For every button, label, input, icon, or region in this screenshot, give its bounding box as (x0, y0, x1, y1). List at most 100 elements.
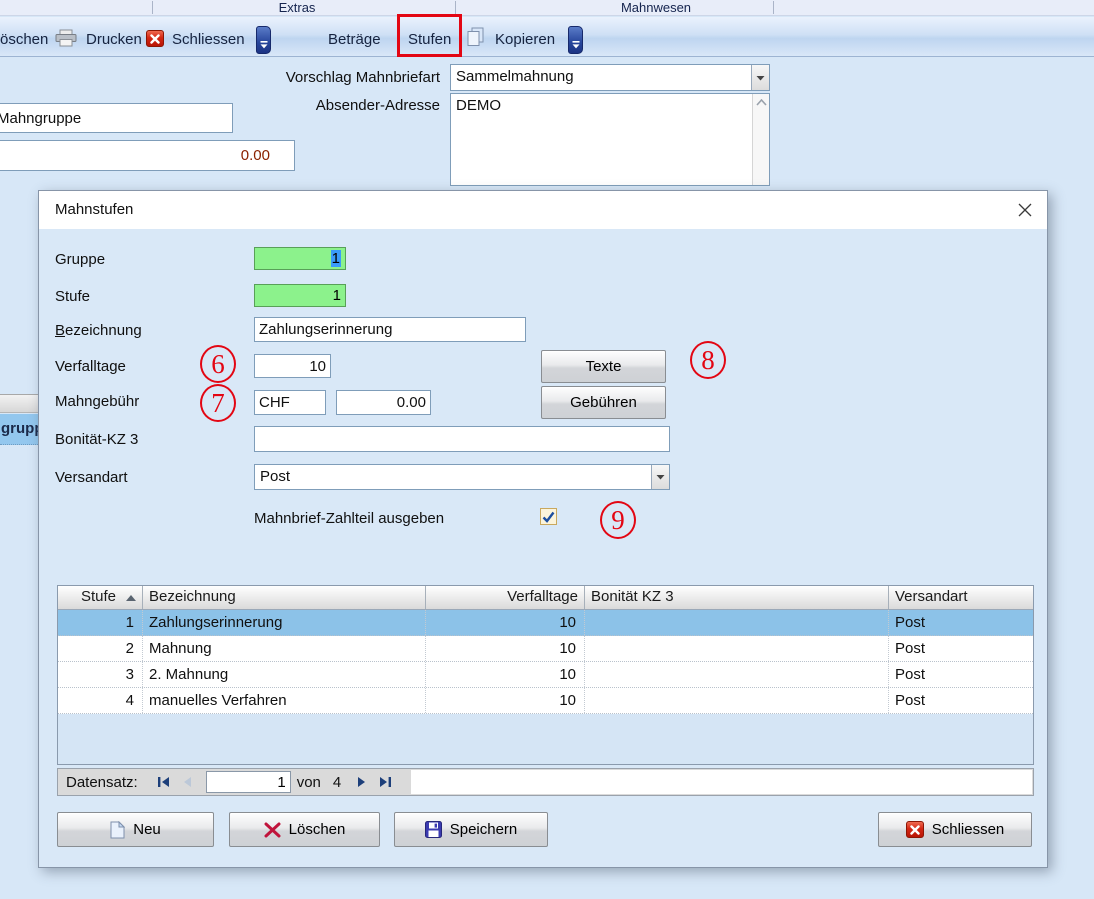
versandart-value: Post (260, 468, 291, 485)
menu-separator (152, 1, 153, 14)
nav-last-button[interactable] (373, 772, 397, 792)
record-navigator: Datensatz: von 4 (57, 768, 1034, 796)
menu-mahnwesen[interactable]: Mahnwesen (581, 0, 731, 15)
cell-stufe: 3 (58, 662, 143, 687)
loeschen-button[interactable]: Löschen (229, 812, 380, 847)
speichern-button[interactable]: Speichern (394, 812, 548, 847)
close-icon[interactable] (1017, 202, 1033, 218)
cell-verfalltage: 10 (426, 688, 585, 713)
background-panel-edge (0, 394, 38, 413)
bezeichnung-field[interactable] (254, 317, 526, 342)
texte-button[interactable]: Texte (541, 350, 666, 383)
column-header-versandart[interactable]: Versandart (889, 586, 1033, 609)
chevron-down-icon[interactable] (751, 65, 769, 90)
bezeichnung-label-accel: B (55, 322, 66, 339)
print-button[interactable]: Drucken (86, 31, 142, 48)
dialog-titlebar: Mahnstufen (39, 191, 1047, 229)
red-highlight-box (397, 14, 462, 57)
toolbar-overflow-chevron-icon[interactable] (568, 26, 583, 54)
menu-bar: Extras Mahnwesen (0, 0, 1094, 16)
mahnbriefart-value: Sammelmahnung (456, 68, 574, 85)
cell-bonitaet (585, 636, 889, 661)
delete-x-icon (264, 822, 281, 838)
column-header-verfalltage[interactable]: Verfalltage (426, 586, 585, 609)
cell-verfalltage: 10 (426, 610, 585, 635)
column-header-bonitaet[interactable]: Bonität KZ 3 (585, 586, 889, 609)
zahlteil-checkbox[interactable] (540, 508, 557, 525)
table-row[interactable]: 1 Zahlungserinnerung 10 Post (58, 610, 1033, 636)
nav-first-button[interactable] (152, 772, 176, 792)
absender-label: Absender-Adresse (315, 97, 440, 114)
cell-bezeichnung: manuelles Verfahren (143, 688, 426, 713)
nav-total-records: 4 (332, 773, 342, 791)
table-header: Stufe Bezeichnung Verfalltage Bonität KZ… (58, 586, 1033, 610)
table-row[interactable]: 3 2. Mahnung 10 Post (58, 662, 1033, 688)
chevron-up-icon (755, 99, 767, 106)
schliessen-button[interactable]: Schliessen (878, 812, 1032, 847)
cell-versandart: Post (895, 640, 926, 657)
mahngruppe-field[interactable] (0, 103, 233, 133)
bezeichnung-label: Bezeichnung (55, 322, 142, 339)
verfalltage-label: Verfalltage (55, 358, 126, 375)
cell-bezeichnung: Mahnung (143, 636, 426, 661)
bonitaet-field[interactable] (254, 426, 670, 452)
nav-next-button[interactable] (349, 772, 373, 792)
close-window-button[interactable]: Schliessen (172, 31, 245, 48)
verfalltage-field[interactable] (254, 354, 331, 378)
stufen-table: Stufe Bezeichnung Verfalltage Bonität KZ… (57, 585, 1034, 765)
absender-value: DEMO (456, 97, 501, 114)
sort-ascending-icon (126, 595, 136, 601)
navigator-label: Datensatz: (66, 773, 138, 791)
cell-versandart: Post (895, 666, 926, 683)
checkmark-icon (542, 511, 555, 523)
column-header-bezeichnung[interactable]: Bezeichnung (143, 586, 426, 609)
amount-field[interactable] (0, 140, 295, 171)
delete-button[interactable]: öschen (0, 31, 48, 48)
close-red-x-icon (905, 821, 924, 838)
neu-button[interactable]: Neu (57, 812, 214, 847)
dialog-title: Mahnstufen (55, 201, 134, 218)
annotation-circle-6: 6 (200, 345, 236, 383)
loeschen-button-label: Löschen (288, 821, 346, 838)
cell-stufe: 2 (58, 636, 143, 661)
neu-button-label: Neu (133, 821, 161, 838)
new-page-icon (110, 820, 126, 839)
kopieren-button[interactable]: Kopieren (495, 31, 555, 48)
cell-versandart: Post (895, 692, 926, 709)
close-red-x-icon (146, 30, 164, 47)
menu-extras[interactable]: Extras (227, 0, 367, 15)
column-header-stufe[interactable]: Stufe (58, 586, 143, 609)
schliessen-button-label: Schliessen (931, 821, 1005, 838)
gruppe-field[interactable]: 1 (254, 247, 346, 270)
table-row[interactable]: 4 manuelles Verfahren 10 Post (58, 688, 1033, 714)
betraege-button[interactable]: Beträge (328, 31, 381, 48)
annotation-circle-8: 8 (690, 341, 726, 379)
cell-bezeichnung: 2. Mahnung (143, 662, 426, 687)
currency-field[interactable] (254, 390, 326, 415)
mahnbriefart-combobox[interactable]: Sammelmahnung (450, 64, 770, 91)
nav-of-label: von (296, 773, 321, 791)
cell-stufe: 4 (58, 688, 143, 713)
save-floppy-icon (424, 821, 442, 838)
toolbar: öschen Drucken Schliessen Beträge Stufen… (0, 17, 1094, 57)
scrollbar[interactable] (752, 94, 769, 185)
nav-prev-button[interactable] (176, 772, 200, 792)
nav-current-record-input[interactable] (205, 771, 291, 793)
mahngebuehr-label: Mahngebühr (55, 393, 140, 410)
versandart-combobox[interactable]: Post (254, 464, 670, 490)
cell-stufe: 1 (58, 610, 143, 635)
table-row[interactable]: 2 Mahnung 10 Post (58, 636, 1033, 662)
chevron-down-icon[interactable] (651, 465, 669, 489)
stufe-field[interactable]: 1 (254, 284, 346, 307)
cell-versandart: Post (895, 614, 926, 631)
toolbar-overflow-chevron-icon[interactable] (256, 26, 271, 54)
cell-bezeichnung: Zahlungserinnerung (143, 610, 426, 635)
application-window: Extras Mahnwesen öschen Drucken Schliess… (0, 0, 1094, 899)
gebuehren-button[interactable]: Gebühren (541, 386, 666, 419)
absender-textarea[interactable]: DEMO (450, 93, 770, 186)
cell-bonitaet (585, 610, 889, 635)
versandart-label: Versandart (55, 469, 128, 486)
fee-field[interactable] (336, 390, 431, 415)
cell-bonitaet (585, 688, 889, 713)
menu-separator (455, 1, 456, 14)
